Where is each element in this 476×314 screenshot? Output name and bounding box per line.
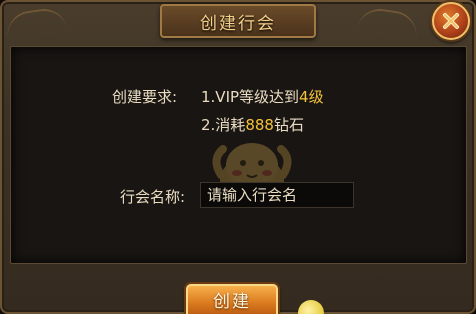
requirement-vip-suffix: 级: [308, 88, 324, 106]
guild-name-input[interactable]: [200, 182, 354, 208]
content-panel: [10, 46, 467, 264]
requirement-cost-prefix: 2.消耗: [201, 116, 246, 134]
title-plate: 创建行会: [160, 4, 316, 38]
create-guild-dialog: 创建行会 创建要求: 1.VIP等级达到4级 2.消耗888钻石 行会名称: 创…: [0, 0, 476, 314]
requirement-vip-value: 4: [299, 88, 309, 106]
dialog-title: 创建行会: [200, 13, 276, 34]
requirement-cost-value: 888: [245, 116, 274, 134]
close-button[interactable]: [432, 2, 470, 40]
requirement-vip-prefix: 1.VIP等级达到: [201, 88, 300, 106]
close-x-icon: [443, 13, 459, 29]
create-button[interactable]: 创建: [186, 284, 278, 314]
guild-name-label: 行会名称:: [120, 188, 186, 206]
requirements-label: 创建要求:: [112, 88, 178, 106]
requirement-vip-level: 1.VIP等级达到4级: [201, 86, 324, 107]
requirement-cost-suffix: 钻石: [273, 116, 304, 134]
requirement-diamond-cost: 2.消耗888钻石: [201, 114, 304, 135]
